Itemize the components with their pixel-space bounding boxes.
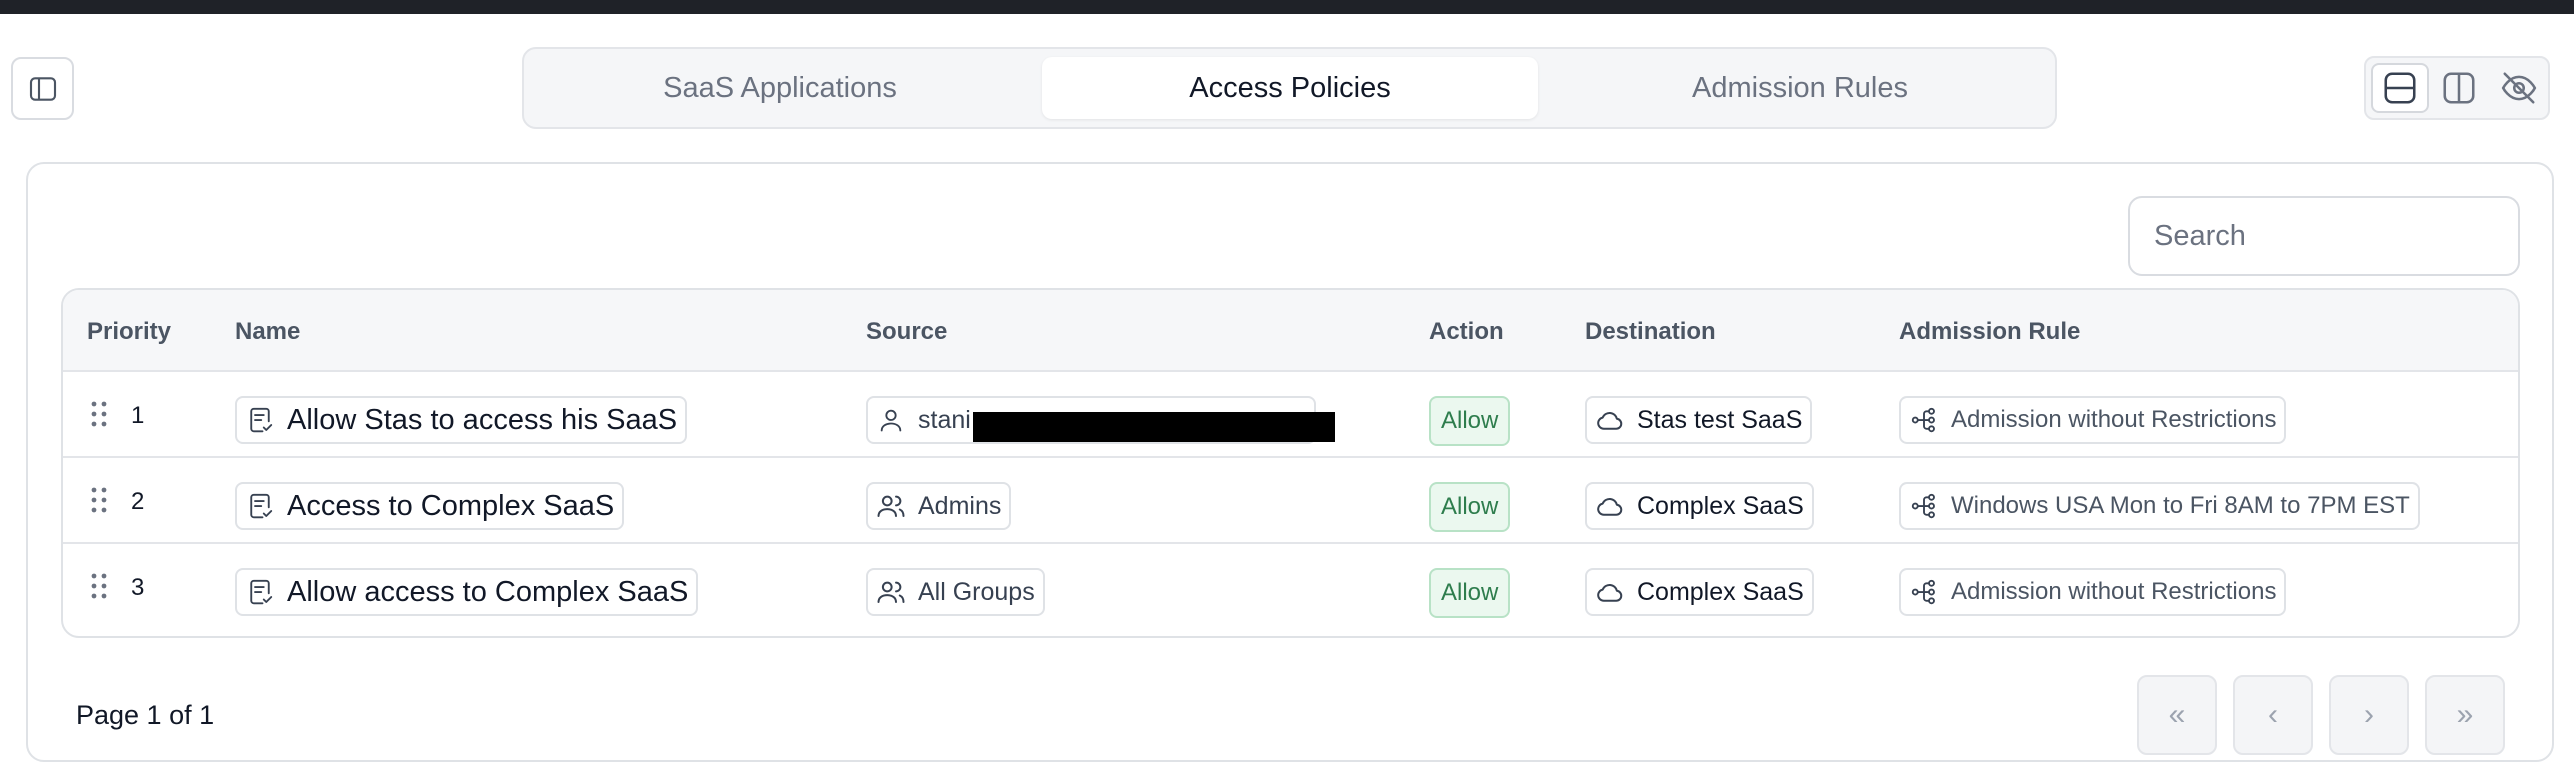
- admission-rule-chip[interactable]: Windows USA Mon to Fri 8AM to 7PM EST: [1899, 482, 2420, 530]
- action-badge: Allow: [1429, 568, 1511, 618]
- workflow-icon: [1909, 577, 1939, 607]
- destination-name: Complex SaaS: [1637, 491, 1804, 520]
- users-icon: [876, 577, 906, 607]
- column-name[interactable]: Name: [235, 318, 300, 346]
- policy-name-chip[interactable]: Access to Complex SaaS: [235, 482, 625, 530]
- horizontal-split-icon: [2384, 72, 2416, 104]
- vertical-split-icon: [2443, 72, 2475, 104]
- priority-value: 2: [131, 488, 145, 515]
- drag-handle-icon[interactable]: [89, 486, 109, 514]
- layout-toggle-group: [2364, 56, 2550, 120]
- next-page-button[interactable]: ›: [2329, 675, 2409, 755]
- drag-handle-icon[interactable]: [89, 400, 109, 428]
- drag-handle-icon[interactable]: [89, 572, 109, 600]
- hide-panel-button[interactable]: [2490, 63, 2548, 113]
- policy-document-icon: [245, 405, 275, 435]
- source-name: stani: [918, 405, 971, 434]
- user-icon: [876, 405, 906, 435]
- users-icon: [876, 491, 906, 521]
- destination-name: Complex SaaS: [1637, 577, 1804, 606]
- workflow-icon: [1909, 405, 1939, 435]
- priority-value: 1: [131, 402, 145, 429]
- chevron-left-icon: ‹: [2268, 698, 2278, 731]
- redaction-bar: [973, 412, 1335, 442]
- destination-name: Stas test SaaS: [1637, 405, 1803, 434]
- tab-access-policies[interactable]: Access Policies: [1042, 57, 1538, 119]
- double-chevron-right-icon: »: [2456, 698, 2474, 731]
- destination-chip[interactable]: Stas test SaaS: [1585, 396, 1813, 444]
- sidebar-panel-icon: [29, 76, 56, 101]
- first-page-button[interactable]: «: [2137, 675, 2217, 755]
- column-source[interactable]: Source: [866, 318, 947, 346]
- table-row[interactable]: 2 Access to Complex SaaS Admins Allow Co…: [63, 458, 2518, 544]
- admission-rule-chip[interactable]: Admission without Restrictions: [1899, 396, 2287, 444]
- source-name: Admins: [918, 491, 1002, 520]
- horizontal-split-button[interactable]: [2371, 63, 2429, 113]
- policy-name: Allow Stas to access his SaaS: [287, 403, 678, 436]
- column-action[interactable]: Action: [1429, 318, 1504, 346]
- admission-rule-name: Admission without Restrictions: [1951, 578, 2277, 605]
- source-name: All Groups: [918, 577, 1035, 606]
- policy-document-icon: [245, 491, 275, 521]
- page-info: Page 1 of 1: [76, 700, 215, 730]
- column-destination[interactable]: Destination: [1585, 318, 1716, 346]
- table-header: Priority Name Source Action Destination …: [63, 290, 2518, 372]
- policy-name-chip[interactable]: Allow Stas to access his SaaS: [235, 396, 688, 444]
- action-badge: Allow: [1429, 482, 1511, 532]
- vertical-split-button[interactable]: [2430, 63, 2488, 113]
- cloud-icon: [1595, 577, 1625, 607]
- policy-name: Allow access to Complex SaaS: [287, 575, 689, 608]
- column-admission-rule[interactable]: Admission Rule: [1899, 318, 2080, 346]
- tab-admission-rules[interactable]: Admission Rules: [1552, 57, 2048, 119]
- view-tabs: SaaS Applications Access Policies Admiss…: [522, 47, 2057, 129]
- destination-chip[interactable]: Complex SaaS: [1585, 482, 1814, 530]
- admission-rule-name: Admission without Restrictions: [1951, 406, 2277, 433]
- cloud-icon: [1595, 405, 1625, 435]
- table-row[interactable]: 3 Allow access to Complex SaaS All Group…: [63, 544, 2518, 630]
- admission-rule-name: Windows USA Mon to Fri 8AM to 7PM EST: [1951, 492, 2410, 519]
- policy-document-icon: [245, 577, 275, 607]
- policies-table: Priority Name Source Action Destination …: [61, 288, 2520, 638]
- sidebar-toggle-button[interactable]: [11, 57, 74, 120]
- admission-rule-chip[interactable]: Admission without Restrictions: [1899, 568, 2287, 616]
- last-page-button[interactable]: »: [2425, 675, 2505, 755]
- cloud-icon: [1595, 491, 1625, 521]
- eye-off-icon: [2501, 72, 2537, 104]
- column-priority[interactable]: Priority: [87, 318, 171, 346]
- source-chip[interactable]: All Groups: [866, 568, 1045, 616]
- priority-value: 3: [131, 574, 145, 601]
- window-top-bar: [0, 0, 2574, 14]
- policy-name-chip[interactable]: Allow access to Complex SaaS: [235, 568, 699, 616]
- tab-saas-applications[interactable]: SaaS Applications: [532, 57, 1028, 119]
- destination-chip[interactable]: Complex SaaS: [1585, 568, 1814, 616]
- policy-name: Access to Complex SaaS: [287, 489, 615, 522]
- source-chip[interactable]: Admins: [866, 482, 1012, 530]
- previous-page-button[interactable]: ‹: [2233, 675, 2313, 755]
- action-badge: Allow: [1429, 396, 1511, 446]
- search-input[interactable]: [2128, 196, 2520, 276]
- double-chevron-left-icon: «: [2168, 698, 2186, 731]
- chevron-right-icon: ›: [2364, 698, 2374, 731]
- workflow-icon: [1909, 491, 1939, 521]
